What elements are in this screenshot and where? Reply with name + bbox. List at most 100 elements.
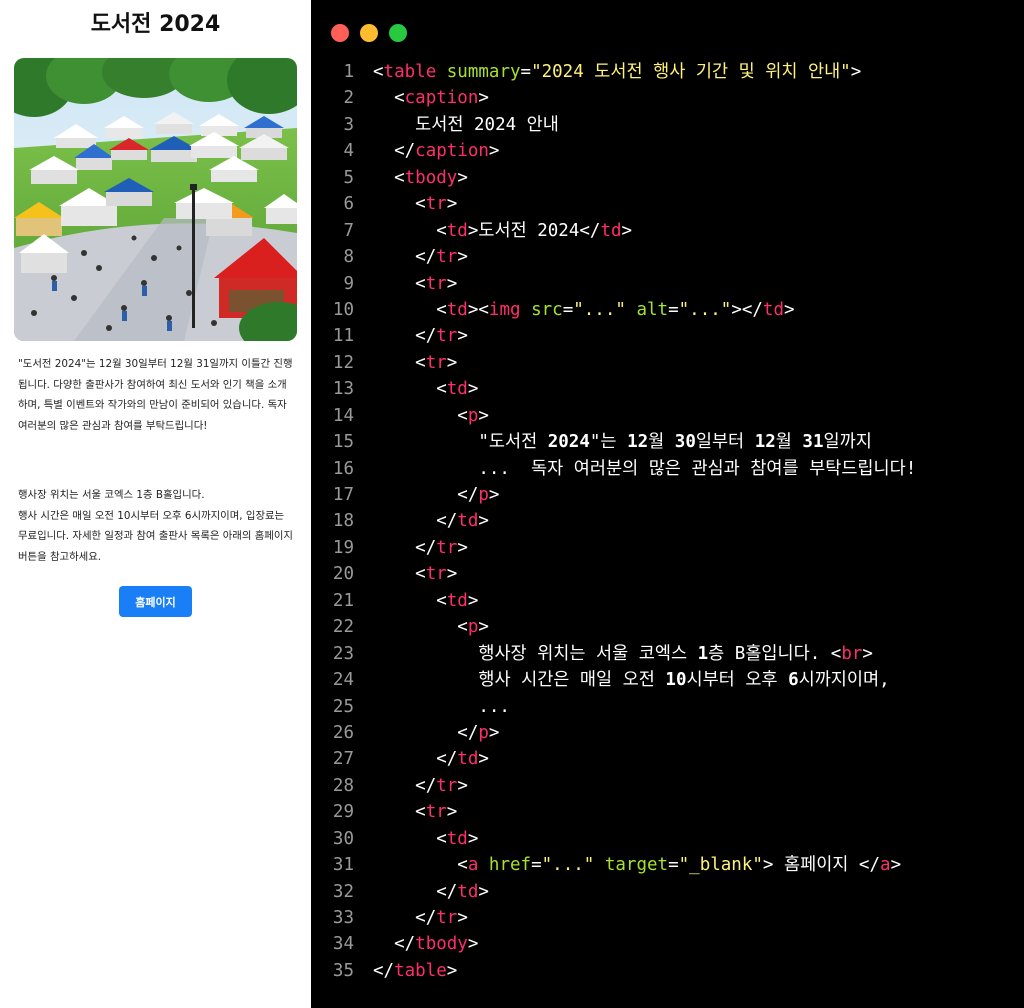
code-token: < <box>415 273 426 294</box>
code-token: href <box>478 855 532 876</box>
code-line: 18 </td> <box>311 508 1024 534</box>
code-token: 층 B홀입니다. < <box>708 643 842 664</box>
code-token: < <box>457 405 468 426</box>
code-token: 월 <box>648 432 675 453</box>
line-number: 9 <box>343 273 354 294</box>
maximize-window-dot[interactable] <box>389 24 407 42</box>
line-number: 18 <box>332 511 354 532</box>
line-number: 35 <box>332 960 354 981</box>
code-line: 20 <tr> <box>311 561 1024 587</box>
code-token: 일까지 <box>823 432 872 453</box>
code-token: </ <box>415 537 437 558</box>
line-number: 8 <box>343 247 354 268</box>
code-token: </ <box>436 881 458 902</box>
window-controls <box>331 24 407 42</box>
code-token: p <box>467 617 479 638</box>
code-token: alt <box>625 299 669 320</box>
code-token: > <box>446 352 458 373</box>
line-number: 17 <box>332 485 354 505</box>
code-token: tr <box>425 352 447 373</box>
code-token: tr <box>436 326 458 347</box>
code-line: 23 행사장 위치는 서울 코엑스 1층 B홀입니다. <br> <box>311 641 1024 667</box>
minimize-window-dot[interactable] <box>360 24 378 42</box>
code-token: > <box>862 643 873 664</box>
code-line: 28 </tr> <box>311 773 1024 799</box>
code-text: </tr> <box>354 773 468 799</box>
code-token: > <box>488 485 500 505</box>
code-text: </caption> <box>354 138 499 164</box>
code-token: > <box>467 379 479 400</box>
line-number: 5 <box>343 167 354 188</box>
line-number: 22 <box>332 617 354 638</box>
code-token: table <box>394 960 447 981</box>
code-token: > <box>467 590 479 611</box>
code-token: ... <box>478 696 510 717</box>
line-number: 27 <box>332 749 354 770</box>
code-token: td <box>446 299 468 320</box>
code-token: td <box>762 299 784 320</box>
code-token: < <box>457 617 468 638</box>
line-number: 14 <box>332 405 354 426</box>
code-text: </p> <box>354 720 499 746</box>
code-token: > <box>890 855 902 876</box>
code-token: </ <box>457 485 479 505</box>
code-token: tr <box>425 194 447 215</box>
code-line: 30 <td> <box>311 826 1024 852</box>
line-number: 34 <box>332 934 354 955</box>
line-number: 13 <box>332 379 354 400</box>
code-line: 8 </tr> <box>311 244 1024 270</box>
code-line: 6 <tr> <box>311 191 1024 217</box>
code-token: ></ <box>731 299 763 320</box>
code-token: > <box>621 220 633 241</box>
code-token: > <box>446 194 458 215</box>
code-token: td <box>457 881 479 902</box>
code-token: td <box>446 220 468 241</box>
code-line: 32 </td> <box>311 879 1024 905</box>
line-number: 10 <box>332 299 354 320</box>
code-token: > <box>446 564 458 585</box>
code-token: > <box>457 775 468 796</box>
code-token: < <box>394 167 405 188</box>
code-token: a <box>880 855 891 876</box>
page-title: 도서전 2024 <box>90 12 221 37</box>
line-number: 25 <box>332 696 354 717</box>
code-text: <td> <box>354 826 478 852</box>
code-token: > <box>784 299 795 320</box>
code-token: 도서전 2024 안내 <box>415 114 559 135</box>
code-token: > <box>478 88 489 109</box>
line-number: 21 <box>332 590 354 611</box>
code-token: > <box>478 511 489 532</box>
preview-panel: 도서전 2024 "도서전 2024"는 12월 30일부터 12월 31일까지… <box>0 0 311 1008</box>
code-token: > <box>457 537 468 558</box>
code-token: > <box>467 828 479 849</box>
code-token: < <box>436 590 447 611</box>
code-line: 1 <table summary="2024 도서전 행사 기간 및 위치 안내"… <box>311 59 1024 85</box>
homepage-button[interactable]: 홈페이지 <box>119 586 192 617</box>
code-text: <tbody> <box>354 165 468 191</box>
line-number: 6 <box>343 194 354 215</box>
code-token: tr <box>436 537 458 558</box>
code-line: 3 도서전 2024 안내 <box>311 112 1024 138</box>
code-token: </ <box>373 960 395 981</box>
code-line: 15 "도서전 2024"는 12월 30일부터 12월 31일까지 <box>311 429 1024 455</box>
code-text: ... <box>354 694 510 720</box>
line-number: 33 <box>332 908 354 928</box>
code-text: <tr> <box>354 350 457 376</box>
code-text: </td> <box>354 508 489 534</box>
code-text: "도서전 2024"는 12월 30일부터 12월 31일까지 <box>354 429 872 455</box>
code-area[interactable]: 1 <table summary="2024 도서전 행사 기간 및 위치 안내"… <box>311 59 1024 984</box>
code-token: > 홈페이지 </ <box>762 855 881 876</box>
code-line: 34 </tbody> <box>311 931 1024 957</box>
code-token: img <box>488 299 521 320</box>
code-token: < <box>373 62 384 82</box>
line-number: 28 <box>332 775 354 796</box>
code-text: </tr> <box>354 535 468 561</box>
code-token: < <box>436 828 447 849</box>
code-token: 1 <box>697 643 709 664</box>
close-window-dot[interactable] <box>331 24 349 42</box>
code-text: <td> <box>354 588 478 614</box>
code-token: tr <box>425 273 447 294</box>
code-token: </ <box>457 722 479 743</box>
code-token: = <box>668 299 679 320</box>
code-token: "2024 도서전 행사 기간 및 위치 안내" <box>531 62 851 82</box>
